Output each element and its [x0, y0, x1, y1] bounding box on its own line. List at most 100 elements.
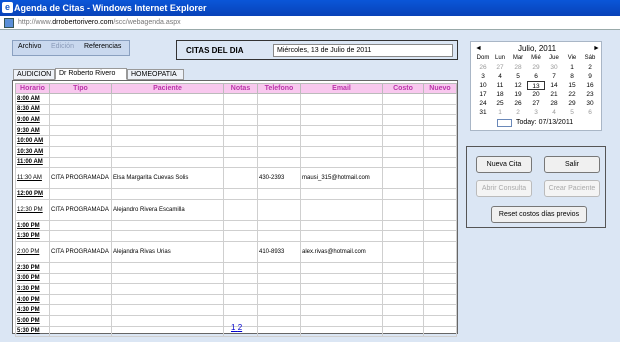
time-cell[interactable]: 11:30 AM — [15, 167, 50, 190]
date-field[interactable]: Miércoles, 13 de Julio de 2011 — [273, 44, 453, 57]
table-row[interactable]: 9:00 AM — [15, 114, 457, 126]
table-row[interactable]: 10:30 AM — [15, 145, 457, 158]
address-bar[interactable]: http://www.drrobertorivero.com/scc/webag… — [0, 16, 620, 30]
calendar-day[interactable]: 12 — [509, 81, 527, 90]
calendar-day[interactable]: 30 — [545, 63, 563, 72]
tab-homeopatia[interactable]: HOMEOPATIA — [127, 69, 184, 80]
menu-edicion[interactable]: Edición — [51, 43, 74, 50]
email-cell — [300, 219, 383, 232]
time-cell[interactable]: 4:30 PM — [15, 304, 50, 316]
time-cell[interactable]: 1:30 PM — [15, 230, 50, 242]
time-cell[interactable]: 10:30 AM — [15, 145, 50, 158]
calendar-day[interactable]: 20 — [527, 90, 545, 99]
today-label[interactable]: Today: 07/13/2011 — [516, 119, 573, 126]
appointment-row[interactable]: 12:30 PM CITA PROGRAMADA Alejandro Rivera … — [15, 198, 457, 221]
table-row[interactable]: 11:00 AM — [15, 156, 457, 169]
appointment-row[interactable]: 2:00 PM CITA PROGRAMADA Alejandra Rivas Ur… — [15, 240, 457, 263]
time-cell[interactable]: 5:30 PM — [15, 325, 50, 338]
time-cell[interactable]: 10:00 AM — [15, 135, 50, 147]
calendar-day[interactable]: 5 — [563, 108, 581, 117]
calendar-day[interactable]: 19 — [509, 90, 527, 99]
reset-costos-button[interactable]: Reset costos días previos — [491, 206, 587, 223]
page-2-link[interactable]: 2 — [238, 323, 242, 332]
notas-cell — [223, 261, 258, 274]
calendar-day[interactable]: 4 — [491, 72, 509, 81]
time-cell[interactable]: 11:00 AM — [15, 156, 50, 169]
time-cell[interactable]: 1:00 PM — [15, 219, 50, 232]
salir-button[interactable]: Salir — [544, 156, 600, 173]
calendar-day[interactable]: 5 — [509, 72, 527, 81]
calendar-day[interactable]: 29 — [563, 99, 581, 108]
tab-dr-roberto-rivero[interactable]: Dr Roberto Rivero — [55, 68, 127, 80]
table-row[interactable]: 12:00 PM — [15, 188, 457, 200]
menu-archivo[interactable]: Archivo — [18, 43, 41, 50]
calendar-day[interactable]: 26 — [509, 99, 527, 108]
calendar-day[interactable]: 28 — [509, 63, 527, 72]
calendar-day[interactable]: 27 — [527, 99, 545, 108]
calendar-day[interactable]: 3 — [474, 72, 492, 81]
table-row[interactable]: 3:00 PM — [15, 272, 457, 285]
calendar-day[interactable]: 18 — [491, 90, 509, 99]
crear-paciente-button[interactable]: Crear Paciente — [544, 180, 600, 197]
table-row[interactable]: 4:00 PM — [15, 293, 457, 306]
appointment-row[interactable]: 11:30 AM CITA PROGRAMADA Elsa Margarita Cu… — [15, 167, 457, 190]
table-row[interactable]: 9:30 AM — [15, 124, 457, 137]
page-1-link[interactable]: 1 — [231, 323, 235, 332]
calendar-day[interactable]: 23 — [581, 90, 599, 99]
calendar-day[interactable]: 26 — [474, 63, 492, 72]
calendar-day[interactable]: 6 — [581, 108, 599, 117]
calendar-day[interactable]: 28 — [545, 99, 563, 108]
calendar-day[interactable]: 3 — [527, 108, 545, 117]
calendar-day[interactable]: 13 — [527, 81, 545, 90]
tab-audicion[interactable]: AUDICION — [13, 69, 55, 80]
time-cell[interactable]: 8:00 AM — [15, 93, 50, 105]
calendar-day[interactable]: 24 — [474, 99, 492, 108]
time-cell[interactable]: 12:30 PM — [15, 198, 50, 221]
calendar-day[interactable]: 22 — [563, 90, 581, 99]
calendar-day[interactable]: 10 — [474, 81, 492, 90]
time-cell[interactable]: 9:30 AM — [15, 124, 50, 137]
calendar-day[interactable]: 27 — [491, 63, 509, 72]
calendar-day[interactable]: 25 — [491, 99, 509, 108]
calendar-day[interactable]: 1 — [491, 108, 509, 117]
calendar-day[interactable]: 31 — [474, 108, 492, 117]
calendar-day[interactable]: 2 — [509, 108, 527, 117]
calendar-next-icon[interactable]: ► — [593, 45, 600, 52]
calendar-day[interactable]: 7 — [545, 72, 563, 81]
calendar-day[interactable]: 6 — [527, 72, 545, 81]
time-cell[interactable]: 3:00 PM — [15, 272, 50, 285]
table-row[interactable]: 10:00 AM — [15, 135, 457, 147]
citas-del-dia-label: CITAS DEL DIA — [186, 46, 244, 55]
calendar-day[interactable]: 4 — [545, 108, 563, 117]
calendar-day[interactable]: 9 — [581, 72, 599, 81]
calendar-day[interactable]: 16 — [581, 81, 599, 90]
time-cell[interactable]: 3:30 PM — [15, 283, 50, 295]
time-cell[interactable]: 2:30 PM — [15, 261, 50, 274]
table-row[interactable]: 2:30 PM — [15, 261, 457, 274]
table-row[interactable]: 3:30 PM — [15, 283, 457, 295]
calendar-day[interactable]: 11 — [491, 81, 509, 90]
time-cell[interactable]: 5:00 PM — [15, 314, 50, 327]
time-cell[interactable]: 12:00 PM — [15, 188, 50, 200]
calendar-day[interactable]: 8 — [563, 72, 581, 81]
table-row[interactable]: 1:00 PM — [15, 219, 457, 232]
calendar-day[interactable]: 15 — [563, 81, 581, 90]
table-row[interactable]: 8:30 AM — [15, 103, 457, 116]
table-row[interactable]: 4:30 PM — [15, 304, 457, 316]
calendar-day[interactable]: 14 — [545, 81, 563, 90]
calendar-day[interactable]: 1 — [563, 63, 581, 72]
calendar-day[interactable]: 17 — [474, 90, 492, 99]
time-cell[interactable]: 4:00 PM — [15, 293, 50, 306]
calendar-day[interactable]: 21 — [545, 90, 563, 99]
nueva-cita-button[interactable]: Nueva Cita — [476, 156, 532, 173]
time-cell[interactable]: 2:00 PM — [15, 240, 50, 263]
table-row[interactable]: 8:00 AM — [15, 93, 457, 105]
calendar-day[interactable]: 30 — [581, 99, 599, 108]
menu-referencias[interactable]: Referencias — [84, 43, 121, 50]
table-row[interactable]: 1:30 PM — [15, 230, 457, 242]
time-cell[interactable]: 8:30 AM — [15, 103, 50, 116]
calendar-day[interactable]: 29 — [527, 63, 545, 72]
calendar-day[interactable]: 2 — [581, 63, 599, 72]
time-cell[interactable]: 9:00 AM — [15, 114, 50, 126]
abrir-consulta-button[interactable]: Abrir Consulta — [476, 180, 532, 197]
